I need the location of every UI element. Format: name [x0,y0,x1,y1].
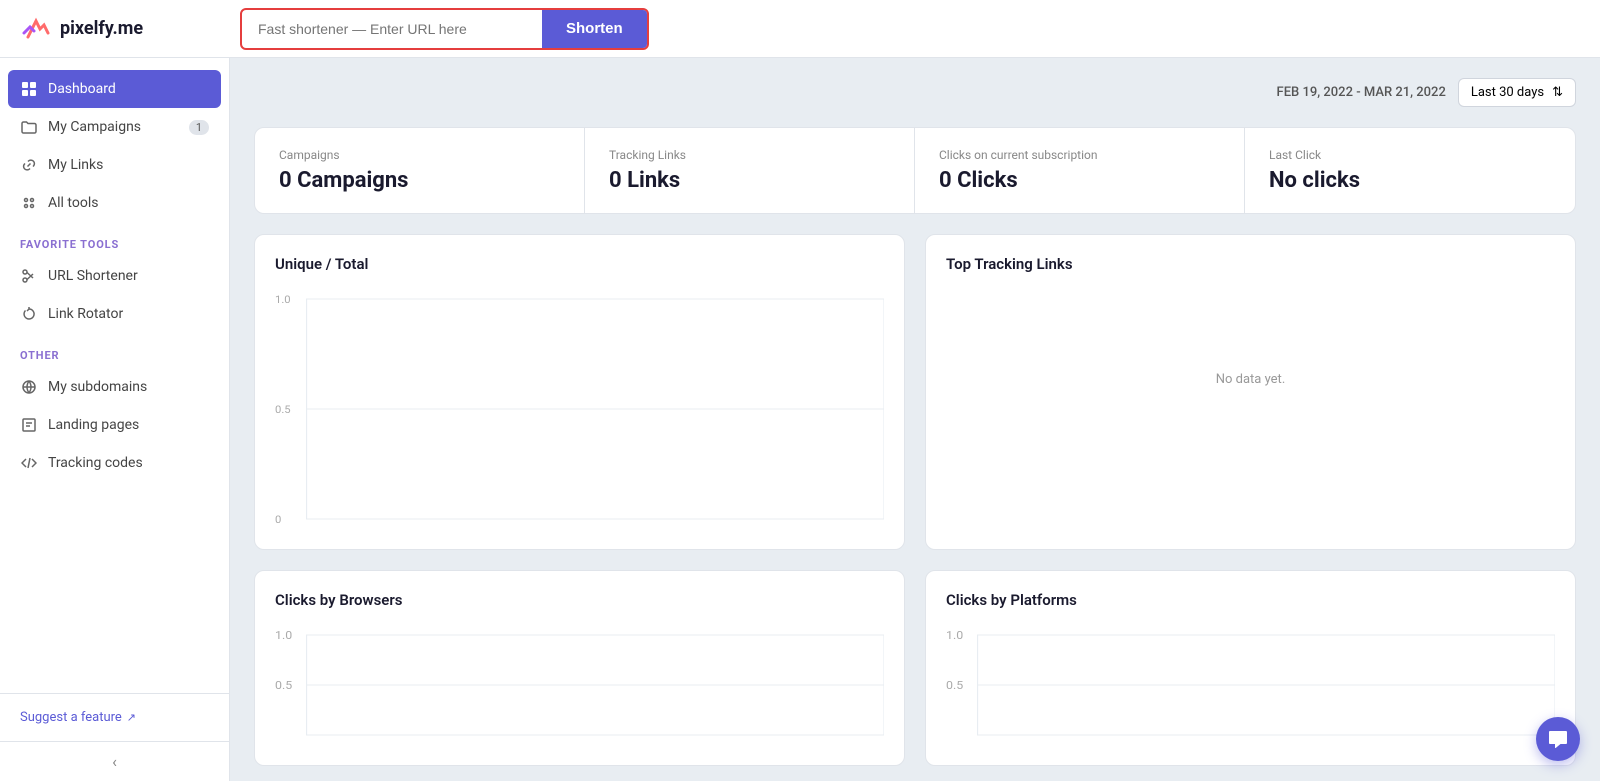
clicks-platforms-title: Clicks by Platforms [946,591,1555,609]
unique-total-svg: 1.0 0.5 0 12AM 3AM 6AM 9AM 12PM 3PM [275,289,884,529]
scissors-icon [20,267,38,285]
svg-text:1.0: 1.0 [275,629,292,642]
url-input[interactable] [242,21,542,37]
logo: pixelfy.me [20,13,240,45]
unique-total-chart-card: Unique / Total 1.0 0.5 0 12AM 3AM [254,234,905,550]
stat-label-clicks: Clicks on current subscription [939,148,1220,162]
stat-value-clicks: 0 Clicks [939,168,1220,193]
stat-value-last-click: No clicks [1269,168,1551,193]
sidebar-nav: Dashboard My Campaigns 1 My Links [0,58,229,693]
url-shortener-bar: Shorten [240,8,649,50]
dashboard-label: Dashboard [48,81,116,97]
grid-icon [20,194,38,212]
chat-icon [1548,729,1568,749]
unique-total-title: Unique / Total [275,255,884,273]
svg-text:0.5: 0.5 [946,679,964,692]
unique-total-chart-area: 1.0 0.5 0 12AM 3AM 6AM 9AM 12PM 3PM [275,289,884,529]
url-shortener-label: URL Shortener [48,268,138,284]
svg-text:12AM: 12AM [307,528,337,529]
stat-label-campaigns: Campaigns [279,148,560,162]
my-campaigns-label: My Campaigns [48,119,141,135]
chat-bubble-button[interactable] [1536,717,1580,761]
date-select-dropdown[interactable]: Last 30 days ⇅ [1458,78,1576,107]
stat-card-links: Tracking Links 0 Links [585,128,915,213]
main-content: FEB 19, 2022 - MAR 21, 2022 Last 30 days… [230,58,1600,781]
clicks-platforms-chart-area: 1.0 0.5 [946,625,1555,745]
tracking-codes-label: Tracking codes [48,455,143,471]
link-icon [20,156,38,174]
sidebar: Dashboard My Campaigns 1 My Links [0,58,230,781]
sidebar-item-landing-pages[interactable]: Landing pages [0,406,229,444]
sidebar-item-my-links[interactable]: My Links [0,146,229,184]
svg-text:9AM: 9AM [523,528,547,529]
stat-card-clicks: Clicks on current subscription 0 Clicks [915,128,1245,213]
my-subdomains-label: My subdomains [48,379,147,395]
sidebar-footer: Suggest a feature ↗ [0,693,229,741]
top-links-card: Top Tracking Links No data yet. [925,234,1576,550]
svg-text:9PM: 9PM [805,528,828,529]
svg-text:6PM: 6PM [737,528,760,529]
rotator-icon [20,305,38,323]
sidebar-item-my-subdomains[interactable]: My subdomains [0,368,229,406]
my-links-label: My Links [48,157,103,173]
suggest-feature-link[interactable]: Suggest a feature ↗ [20,710,209,725]
chevron-up-down-icon: ⇅ [1552,85,1563,100]
clicks-platforms-card: Clicks by Platforms 1.0 0.5 [925,570,1576,766]
sidebar-item-my-campaigns[interactable]: My Campaigns 1 [0,108,229,146]
clicks-browsers-chart-area: 1.0 0.5 [275,625,884,745]
clicks-browsers-title: Clicks by Browsers [275,591,884,609]
stat-value-links: 0 Links [609,168,890,193]
stats-row: Campaigns 0 Campaigns Tracking Links 0 L… [254,127,1576,214]
stat-label-links: Tracking Links [609,148,890,162]
logo-icon [20,13,52,45]
svg-text:0.5: 0.5 [275,404,291,416]
external-link-icon: ↗ [127,711,136,724]
clicks-platforms-svg: 1.0 0.5 [946,625,1555,745]
svg-text:0: 0 [275,514,281,526]
shorten-button[interactable]: Shorten [542,10,647,48]
link-rotator-label: Link Rotator [48,306,123,322]
top-links-title: Top Tracking Links [946,255,1555,273]
svg-text:0.5: 0.5 [275,679,293,692]
clicks-browsers-card: Clicks by Browsers 1.0 0.5 [254,570,905,766]
chevron-left-icon: ‹ [112,752,117,771]
clicks-browsers-svg: 1.0 0.5 [275,625,884,745]
date-range: FEB 19, 2022 - MAR 21, 2022 [1277,85,1446,100]
dashboard-icon [20,80,38,98]
sidebar-collapse-button[interactable]: ‹ [0,741,229,781]
stat-card-last-click: Last Click No clicks [1245,128,1575,213]
stat-value-campaigns: 0 Campaigns [279,168,560,193]
svg-text:12PM: 12PM [593,528,623,529]
top-links-no-data: No data yet. [946,289,1555,469]
svg-text:1.0: 1.0 [275,294,291,306]
charts-row-2: Clicks by Browsers 1.0 0.5 Clicks by Pla… [254,570,1576,766]
topbar: pixelfy.me Shorten [0,0,1600,58]
main-layout: Dashboard My Campaigns 1 My Links [0,58,1600,781]
globe-icon [20,378,38,396]
svg-text:1.0: 1.0 [946,629,963,642]
code-icon [20,454,38,472]
svg-text:12AM: 12AM [866,528,884,529]
sidebar-item-url-shortener[interactable]: URL Shortener [0,257,229,295]
sidebar-item-link-rotator[interactable]: Link Rotator [0,295,229,333]
charts-row-1: Unique / Total 1.0 0.5 0 12AM 3AM [254,234,1576,550]
stat-label-last-click: Last Click [1269,148,1551,162]
sidebar-item-all-tools[interactable]: All tools [0,184,229,222]
other-label: OTHER [0,333,229,368]
campaigns-badge: 1 [189,120,209,135]
svg-text:3PM: 3PM [667,528,690,529]
sidebar-item-dashboard[interactable]: Dashboard [8,70,221,108]
landing-pages-label: Landing pages [48,417,139,433]
all-tools-label: All tools [48,195,98,211]
content-header: FEB 19, 2022 - MAR 21, 2022 Last 30 days… [254,78,1576,107]
sidebar-item-tracking-codes[interactable]: Tracking codes [0,444,229,482]
folder-icon [20,118,38,136]
svg-text:6AM: 6AM [450,528,474,529]
pages-icon [20,416,38,434]
stat-card-campaigns: Campaigns 0 Campaigns [255,128,585,213]
svg-text:3AM: 3AM [377,528,401,529]
favorite-tools-label: FAVORITE TOOLS [0,222,229,257]
